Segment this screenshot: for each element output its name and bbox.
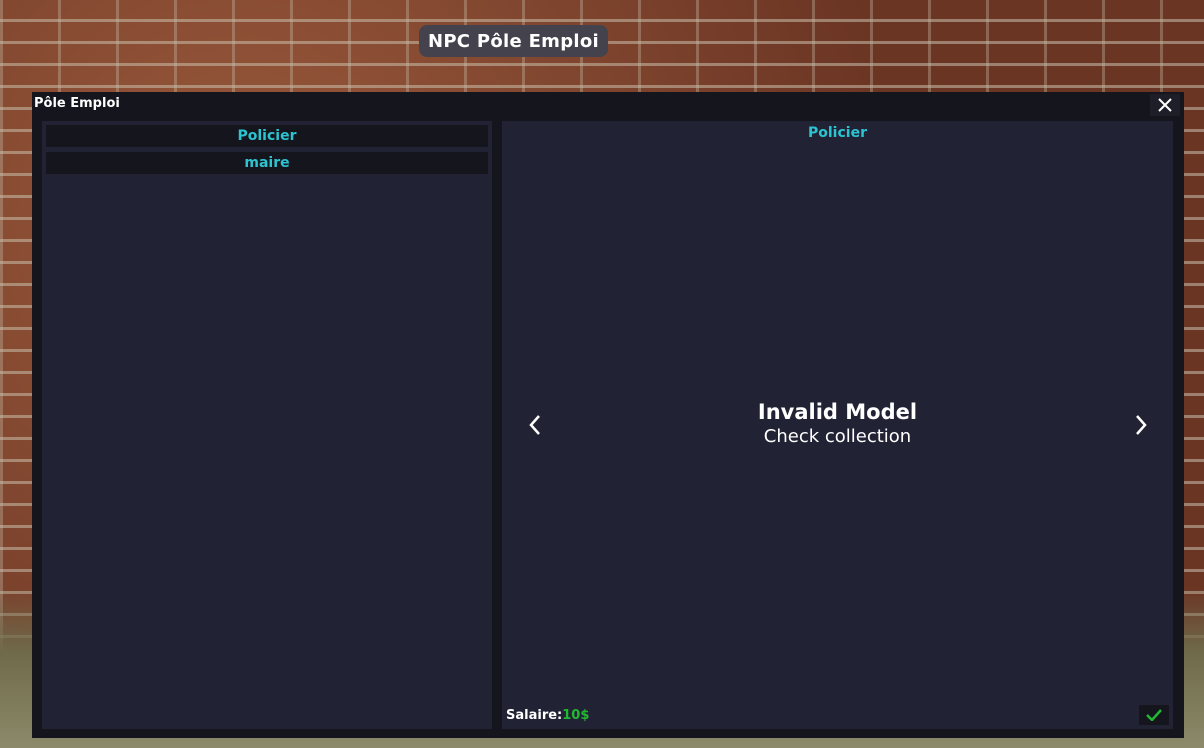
close-icon	[1158, 98, 1172, 112]
close-button[interactable]	[1150, 94, 1180, 116]
model-error-subtitle: Check collection	[763, 426, 912, 447]
job-window: Pôle Emploi Policier maire Policier Inva…	[32, 92, 1184, 738]
job-item-label: maire	[244, 155, 290, 171]
npc-name-tag: NPC Pôle Emploi	[419, 25, 608, 57]
job-item-label: Policier	[237, 128, 297, 144]
job-item-maire[interactable]: maire	[46, 152, 488, 174]
salary-label: Salaire:	[506, 708, 563, 723]
salary-info: Salaire:10$	[506, 708, 589, 723]
npc-name-label: NPC Pôle Emploi	[427, 30, 600, 52]
window-title: Pôle Emploi	[34, 96, 120, 111]
salary-value: 10$	[562, 708, 590, 723]
job-detail-panel: Policier Invalid Model Check collection …	[502, 121, 1173, 729]
job-item-policier[interactable]: Policier	[46, 125, 488, 147]
selected-job-title: Policier	[808, 125, 867, 141]
next-model-button[interactable]	[1129, 411, 1153, 439]
check-icon	[1146, 709, 1162, 721]
confirm-button[interactable]	[1139, 705, 1169, 725]
model-error-title: Invalid Model	[757, 400, 918, 424]
job-list: Policier maire	[42, 121, 492, 729]
chevron-right-icon	[1136, 415, 1147, 435]
model-preview: Invalid Model Check collection	[502, 399, 1173, 449]
